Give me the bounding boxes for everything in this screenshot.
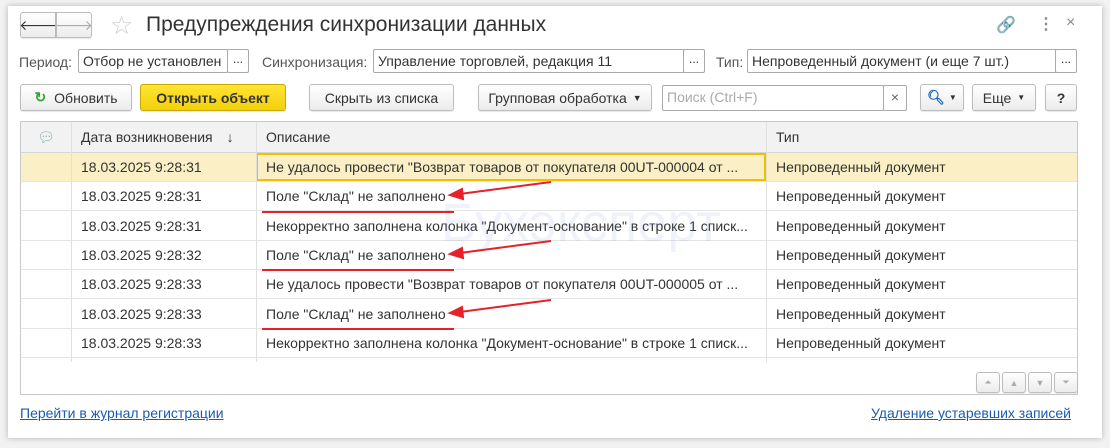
window: 🡐 🡒 ☆ Предупреждения синхронизации данны… (8, 6, 1102, 438)
annotation-arrows (262, 181, 552, 330)
cleanup-link[interactable]: Удаление устаревших записей (871, 405, 1071, 421)
journal-link[interactable]: Перейти в журнал регистрации (20, 405, 224, 421)
